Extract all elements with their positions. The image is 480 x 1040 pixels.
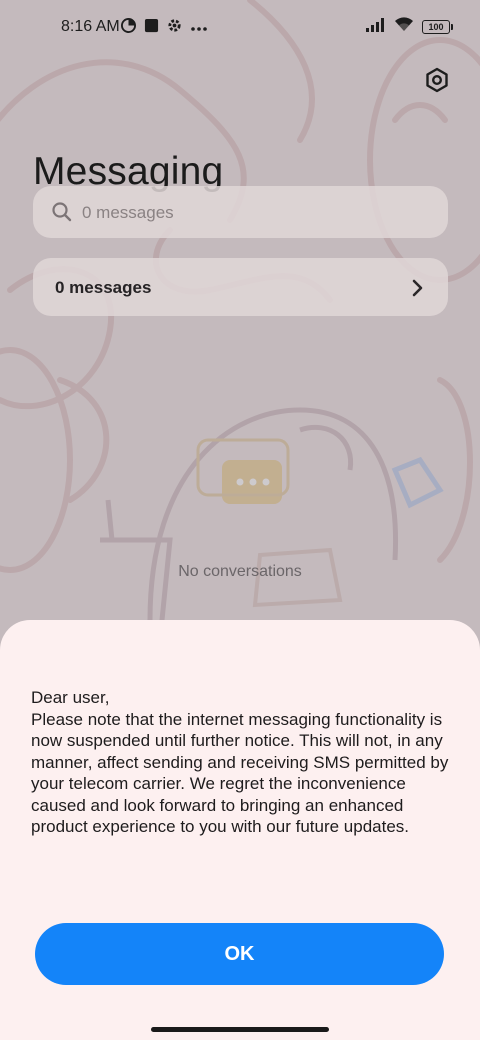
settings-button[interactable] [420,63,454,97]
data-saver-icon [121,18,136,38]
messages-count-label: 0 messages [55,278,152,297]
battery-icon: 100 [422,20,453,34]
messages-count-row[interactable]: 0 messages [33,258,448,316]
messaging-screen: 8:16 AM 100 Messaging 0 messages 0 messa… [0,0,480,1040]
status-icons-right: 100 [366,16,453,38]
app-square-icon [144,18,159,38]
chevron-right-icon [412,279,423,297]
notice-dialog: Dear user, Please note that the internet… [0,620,480,1040]
hexagon-settings-icon [426,67,448,93]
dialog-message: Dear user, Please note that the internet… [31,688,449,836]
status-icons-left [121,18,208,38]
gear-small-icon [167,18,182,38]
status-bar: 8:16 AM 100 [0,0,480,56]
search-placeholder: 0 messages [82,203,174,222]
empty-state-text: No conversations [178,563,302,580]
status-time: 8:16 AM [61,18,120,35]
search-icon [52,202,72,222]
signal-icon [366,17,386,37]
more-dots-icon [190,19,208,37]
search-bar[interactable]: 0 messages [33,186,448,238]
home-indicator[interactable] [151,1027,329,1032]
ok-button[interactable]: OK [35,923,444,985]
wifi-icon [394,17,414,37]
